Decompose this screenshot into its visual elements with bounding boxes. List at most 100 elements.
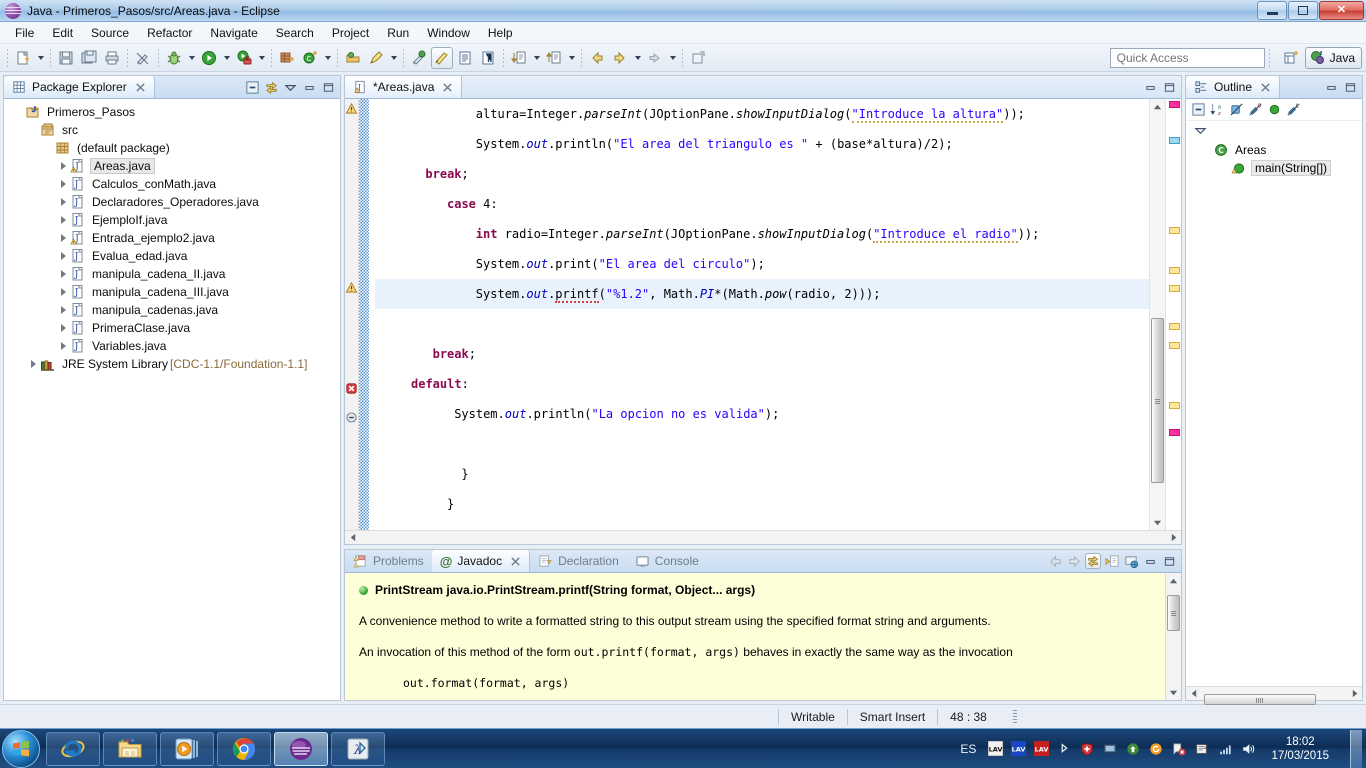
tree-item-entrada-ejemplo2-java[interactable]: J Entrada_ejemplo2.java xyxy=(4,229,340,247)
taskbar-eclipse[interactable] xyxy=(274,731,328,766)
code-line[interactable]: System.out.println("La opcion no es vali… xyxy=(375,399,1149,429)
coverage-icon[interactable] xyxy=(233,47,255,69)
action-center-icon[interactable] xyxy=(1171,741,1187,757)
previous-annotation-icon[interactable] xyxy=(543,47,565,69)
tree-item-ejemploif-java[interactable]: J EjemploIf.java xyxy=(4,211,340,229)
show-whitespace-icon[interactable] xyxy=(477,47,499,69)
tree-item-manipula-cadena-ii-java[interactable]: Jmanipula_cadena_II.java xyxy=(4,265,340,283)
display-icon[interactable] xyxy=(1102,741,1118,757)
hide-nonpublic-icon[interactable] xyxy=(1266,102,1282,118)
code-line[interactable] xyxy=(375,309,1149,339)
tree-item-declaradores-operadores-java[interactable]: J Declaradores_Operadores.java xyxy=(4,193,340,211)
tab-package-explorer[interactable]: Package Explorer xyxy=(4,76,155,98)
tree-item-manipula-cadena-iii-java[interactable]: Jmanipula_cadena_III.java xyxy=(4,283,340,301)
code-line[interactable]: System.out.print("El area del circulo"); xyxy=(375,249,1149,279)
scroll-up-arrow-icon[interactable] xyxy=(1151,99,1165,113)
outline-item-main-string[interactable]: main(String[]) xyxy=(1186,159,1362,177)
code-line[interactable]: System.out.println("El area del triangul… xyxy=(375,129,1149,159)
forward-arrow-dropdown-icon[interactable] xyxy=(667,47,678,69)
code-line[interactable]: int radio=Integer.parseInt(JOptionPane.s… xyxy=(375,219,1149,249)
code-line[interactable]: altura=Integer.parseInt(JOptionPane.show… xyxy=(375,99,1149,129)
status-resize-grip[interactable] xyxy=(1012,709,1017,724)
scroll-left-arrow-icon[interactable] xyxy=(345,531,359,545)
link-with-selection-icon[interactable] xyxy=(1085,553,1101,569)
open-task-icon[interactable] xyxy=(687,47,709,69)
print-icon[interactable] xyxy=(101,47,123,69)
start-orb-icon[interactable] xyxy=(2,729,40,768)
restore-window-button[interactable] xyxy=(1288,1,1318,20)
link-with-editor-icon[interactable] xyxy=(263,79,279,95)
toggle-breadcrumb-icon[interactable] xyxy=(454,47,476,69)
minimize-view-icon[interactable] xyxy=(301,79,317,95)
tab-problems[interactable]: Problems xyxy=(345,550,432,572)
maximize-view-icon[interactable] xyxy=(320,79,336,95)
code-line[interactable]: } xyxy=(375,489,1149,519)
forward-arrow-icon[interactable] xyxy=(644,47,666,69)
lav-blue-icon[interactable]: LAV xyxy=(1010,741,1026,757)
overview-marker-warn[interactable] xyxy=(1169,342,1180,349)
outline-tree[interactable]: C Areas main(String[]) xyxy=(1186,139,1362,686)
forward-icon[interactable] xyxy=(609,47,631,69)
search-dropdown-icon[interactable] xyxy=(388,47,399,69)
close-window-button[interactable]: ✕ xyxy=(1319,1,1364,20)
run-icon[interactable] xyxy=(198,47,220,69)
overview-marker-err[interactable] xyxy=(1169,429,1180,436)
scroll-up-arrow-icon[interactable] xyxy=(1167,573,1181,587)
open-type-icon[interactable] xyxy=(342,47,364,69)
view-menu-icon[interactable] xyxy=(282,79,298,95)
open-attached-javadoc-icon[interactable] xyxy=(1104,553,1120,569)
hide-static-icon[interactable]: S xyxy=(1247,102,1263,118)
lav-white-icon[interactable]: LAV xyxy=(987,741,1003,757)
next-annotation-dropdown-icon[interactable] xyxy=(531,47,542,69)
tree-item-evalua-edad-java[interactable]: J Evalua_edad.java xyxy=(4,247,340,265)
maximize-view-icon[interactable] xyxy=(1161,553,1177,569)
debug-icon[interactable] xyxy=(163,47,185,69)
toggle-java-editor-icon[interactable] xyxy=(431,46,453,69)
tree-item-src[interactable]: src xyxy=(4,121,340,139)
code-line[interactable]: case 4: xyxy=(375,189,1149,219)
overview-marker-warn[interactable] xyxy=(1169,402,1180,409)
sort-icon[interactable]: az xyxy=(1209,102,1225,118)
overview-marker-warn[interactable] xyxy=(1169,323,1180,330)
overview-marker-info[interactable] xyxy=(1169,137,1180,144)
collapsed-twisty-icon[interactable] xyxy=(57,286,70,299)
scrollbar-thumb[interactable] xyxy=(1204,693,1316,705)
code-line[interactable]: default: xyxy=(375,369,1149,399)
collapse-all-icon[interactable] xyxy=(244,79,260,95)
overview-marker-err[interactable] xyxy=(1169,101,1180,108)
maximize-editor-icon[interactable] xyxy=(1161,79,1177,95)
menu-navigate[interactable]: Navigate xyxy=(201,24,266,42)
code-line[interactable]: break; xyxy=(375,159,1149,189)
code-line[interactable]: break; xyxy=(375,339,1149,369)
scroll-down-arrow-icon[interactable] xyxy=(1167,686,1181,700)
device-icon[interactable] xyxy=(1194,741,1210,757)
hide-local-types-icon[interactable]: L xyxy=(1285,102,1301,118)
new-java-class-icon[interactable]: C xyxy=(299,47,321,69)
menu-run[interactable]: Run xyxy=(378,24,418,42)
minimize-view-icon[interactable] xyxy=(1142,553,1158,569)
collapse-all-icon[interactable] xyxy=(1190,102,1206,118)
collapsed-twisty-icon[interactable] xyxy=(57,214,70,227)
overview-marker-warn[interactable] xyxy=(1169,227,1180,234)
code-line[interactable] xyxy=(375,429,1149,459)
editor-horizontal-scrollbar[interactable] xyxy=(345,530,1181,544)
warning-marker-icon[interactable] xyxy=(345,281,358,297)
expanded-twisty-icon[interactable] xyxy=(27,124,40,137)
tab-outline[interactable]: Outline xyxy=(1186,76,1281,98)
scrollbar-thumb[interactable] xyxy=(1151,318,1164,483)
warning-marker-icon[interactable] xyxy=(345,102,358,118)
menu-refactor[interactable]: Refactor xyxy=(138,24,201,42)
show-desktop-button[interactable] xyxy=(1350,729,1362,768)
editor-overview-ruler[interactable] xyxy=(1165,99,1181,530)
run-dropdown-icon[interactable] xyxy=(221,47,232,69)
collapsed-twisty-icon[interactable] xyxy=(57,304,70,317)
updater-icon[interactable] xyxy=(1125,741,1141,757)
editor-vertical-scrollbar[interactable] xyxy=(1149,99,1165,530)
tree-item-jre-system-library[interactable]: JRE System Library [CDC-1.1/Foundation-1… xyxy=(4,355,340,373)
collapsed-twisty-icon[interactable] xyxy=(57,160,70,173)
collapsed-twisty-icon[interactable] xyxy=(57,340,70,353)
collapsed-twisty-icon[interactable] xyxy=(57,250,70,263)
taskbar-netbeans[interactable]: λ xyxy=(331,731,385,766)
collapsed-twisty-icon[interactable] xyxy=(27,358,40,371)
menu-project[interactable]: Project xyxy=(323,24,378,42)
